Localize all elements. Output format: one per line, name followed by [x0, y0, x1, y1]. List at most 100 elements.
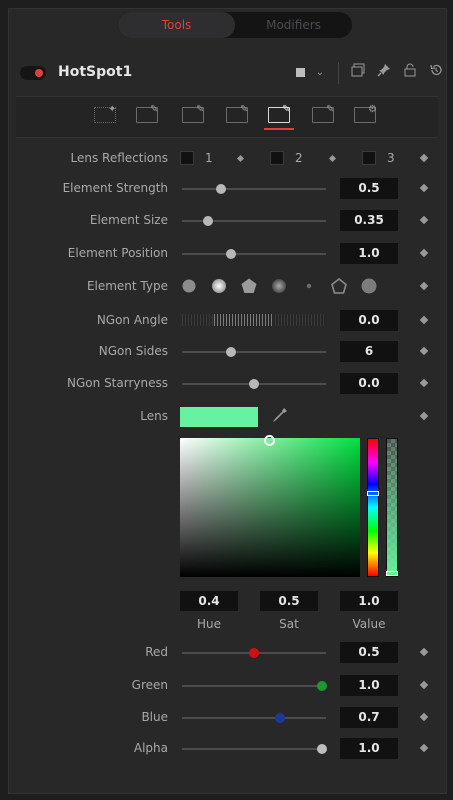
- lens-reflections-keyframe-icon[interactable]: [419, 153, 429, 163]
- ngon-sides-row: NGon Sides 6: [0, 340, 453, 364]
- dot-element-icon[interactable]: [301, 278, 317, 294]
- element-strength-input[interactable]: 0.5: [340, 178, 398, 199]
- alpha-keyframe-icon[interactable]: [419, 743, 429, 753]
- ngon-element-icon[interactable]: [241, 278, 257, 294]
- sat-input[interactable]: 0.5: [260, 591, 318, 611]
- element-size-keyframe-icon[interactable]: [419, 215, 429, 225]
- blue-label: Blue: [141, 710, 168, 724]
- lens-keyframe-icon[interactable]: [419, 411, 429, 421]
- red-row: Red 0.5: [0, 641, 453, 665]
- tab-modifiers[interactable]: Modifiers: [235, 12, 352, 38]
- green-input[interactable]: 1.0: [340, 675, 398, 696]
- reset-icon[interactable]: [426, 63, 446, 83]
- ngon-sides-label: NGon Sides: [98, 344, 168, 358]
- ngon-angle-keyframe-icon[interactable]: [419, 315, 429, 325]
- lens-reflections-label: Lens Reflections: [70, 151, 169, 165]
- red-input[interactable]: 0.5: [340, 642, 398, 663]
- pin-icon[interactable]: [374, 63, 394, 83]
- ngon-outline-element-icon[interactable]: [331, 278, 347, 294]
- disc-element-icon[interactable]: [361, 278, 377, 294]
- element-size-slider[interactable]: [182, 216, 326, 226]
- element-position-keyframe-icon[interactable]: [419, 248, 429, 258]
- reflection-1-checkbox[interactable]: [180, 151, 194, 165]
- ngon-starryness-slider[interactable]: [182, 379, 326, 389]
- ngon-starryness-input[interactable]: 0.0: [340, 373, 398, 394]
- ngon-angle-thumbwheel[interactable]: [182, 314, 326, 326]
- lens-color-swatch[interactable]: [180, 407, 258, 427]
- element-size-input[interactable]: 0.35: [340, 210, 398, 231]
- element-type-label: Element Type: [86, 279, 168, 293]
- page-4-icon[interactable]: ✎: [226, 105, 248, 123]
- ngon-angle-label: NGon Angle: [96, 313, 168, 327]
- hue-input[interactable]: 0.4: [180, 591, 238, 611]
- circle-element-icon[interactable]: [181, 278, 197, 294]
- element-position-label: Element Position: [67, 246, 168, 260]
- element-strength-keyframe-icon[interactable]: [419, 183, 429, 193]
- tab-tools[interactable]: Tools: [118, 12, 235, 38]
- node-color-swatch[interactable]: [296, 68, 305, 77]
- element-position-slider[interactable]: [182, 249, 326, 259]
- settings-page-icon[interactable]: ⚙: [354, 105, 377, 123]
- page-5-icon-active[interactable]: ✎: [268, 105, 290, 123]
- chevron-down-icon[interactable]: ⌄: [310, 63, 330, 83]
- ngon-sides-slider[interactable]: [182, 347, 326, 357]
- blue-knob[interactable]: [274, 713, 285, 723]
- alpha-slider-marker[interactable]: [386, 571, 398, 576]
- blue-slider[interactable]: [182, 713, 326, 723]
- value-input[interactable]: 1.0: [340, 591, 398, 611]
- reflection-3-label: 3: [387, 151, 395, 165]
- reflection-1-keyframe-icon[interactable]: [236, 154, 245, 163]
- saturation-value-picker[interactable]: [180, 435, 360, 577]
- ngon-starryness-keyframe-icon[interactable]: [419, 378, 429, 388]
- element-type-keyframe-icon[interactable]: [419, 281, 429, 291]
- reflections-page-icon[interactable]: ✎: [136, 105, 158, 123]
- lens-label: Lens: [140, 409, 168, 423]
- lens-reflections-row: Lens Reflections 1 2 3: [0, 147, 453, 171]
- green-label: Green: [131, 678, 168, 692]
- node-name: HotSpot1: [58, 64, 133, 80]
- inspector-tabs: Tools Modifiers: [118, 12, 352, 38]
- blue-row: Blue 0.7: [0, 706, 453, 730]
- green-slider[interactable]: [182, 681, 327, 691]
- element-strength-knob[interactable]: [215, 184, 226, 194]
- blue-keyframe-icon[interactable]: [419, 712, 429, 722]
- red-slider[interactable]: [182, 648, 326, 658]
- ngon-sides-knob[interactable]: [225, 347, 236, 357]
- alpha-knob[interactable]: [316, 744, 327, 754]
- eyedropper-icon[interactable]: [272, 407, 288, 427]
- element-size-knob[interactable]: [202, 216, 213, 226]
- reflection-2-checkbox[interactable]: [270, 151, 284, 165]
- node-enable-toggle[interactable]: [20, 66, 46, 80]
- hue-slider[interactable]: [367, 438, 379, 577]
- reflection-2-keyframe-icon[interactable]: [328, 154, 337, 163]
- blur-circle-element-icon[interactable]: [271, 278, 287, 294]
- hue-slider-marker[interactable]: [367, 491, 379, 496]
- sv-picker-cursor[interactable]: [264, 435, 275, 446]
- reflection-2-label: 2: [295, 151, 303, 165]
- red-knob[interactable]: [249, 648, 259, 658]
- page-3-icon[interactable]: ✎: [182, 105, 204, 123]
- element-size-label: Element Size: [89, 213, 168, 227]
- hotspot-icon[interactable]: ✦: [94, 105, 116, 123]
- soft-circle-element-icon[interactable]: [211, 278, 227, 294]
- element-position-knob[interactable]: [225, 249, 236, 259]
- element-position-input[interactable]: 1.0: [340, 243, 398, 264]
- alpha-value-slider[interactable]: [182, 744, 327, 754]
- green-knob[interactable]: [316, 681, 327, 691]
- lock-icon[interactable]: [400, 63, 420, 83]
- ngon-starryness-knob[interactable]: [249, 379, 259, 389]
- ngon-angle-row: NGon Angle 0.0: [0, 309, 453, 333]
- ngon-starryness-row: NGon Starryness 0.0: [0, 372, 453, 396]
- ngon-sides-input[interactable]: 6: [340, 341, 398, 362]
- alpha-input[interactable]: 1.0: [340, 738, 398, 759]
- blue-input[interactable]: 0.7: [340, 707, 398, 728]
- ngon-angle-input[interactable]: 0.0: [340, 310, 398, 331]
- versions-icon[interactable]: [348, 63, 368, 83]
- red-keyframe-icon[interactable]: [419, 647, 429, 657]
- element-strength-slider[interactable]: [182, 184, 326, 194]
- green-keyframe-icon[interactable]: [419, 680, 429, 690]
- page-6-icon[interactable]: ✎: [312, 105, 334, 123]
- ngon-sides-keyframe-icon[interactable]: [419, 346, 429, 356]
- alpha-slider[interactable]: [386, 438, 398, 577]
- reflection-3-checkbox[interactable]: [362, 151, 376, 165]
